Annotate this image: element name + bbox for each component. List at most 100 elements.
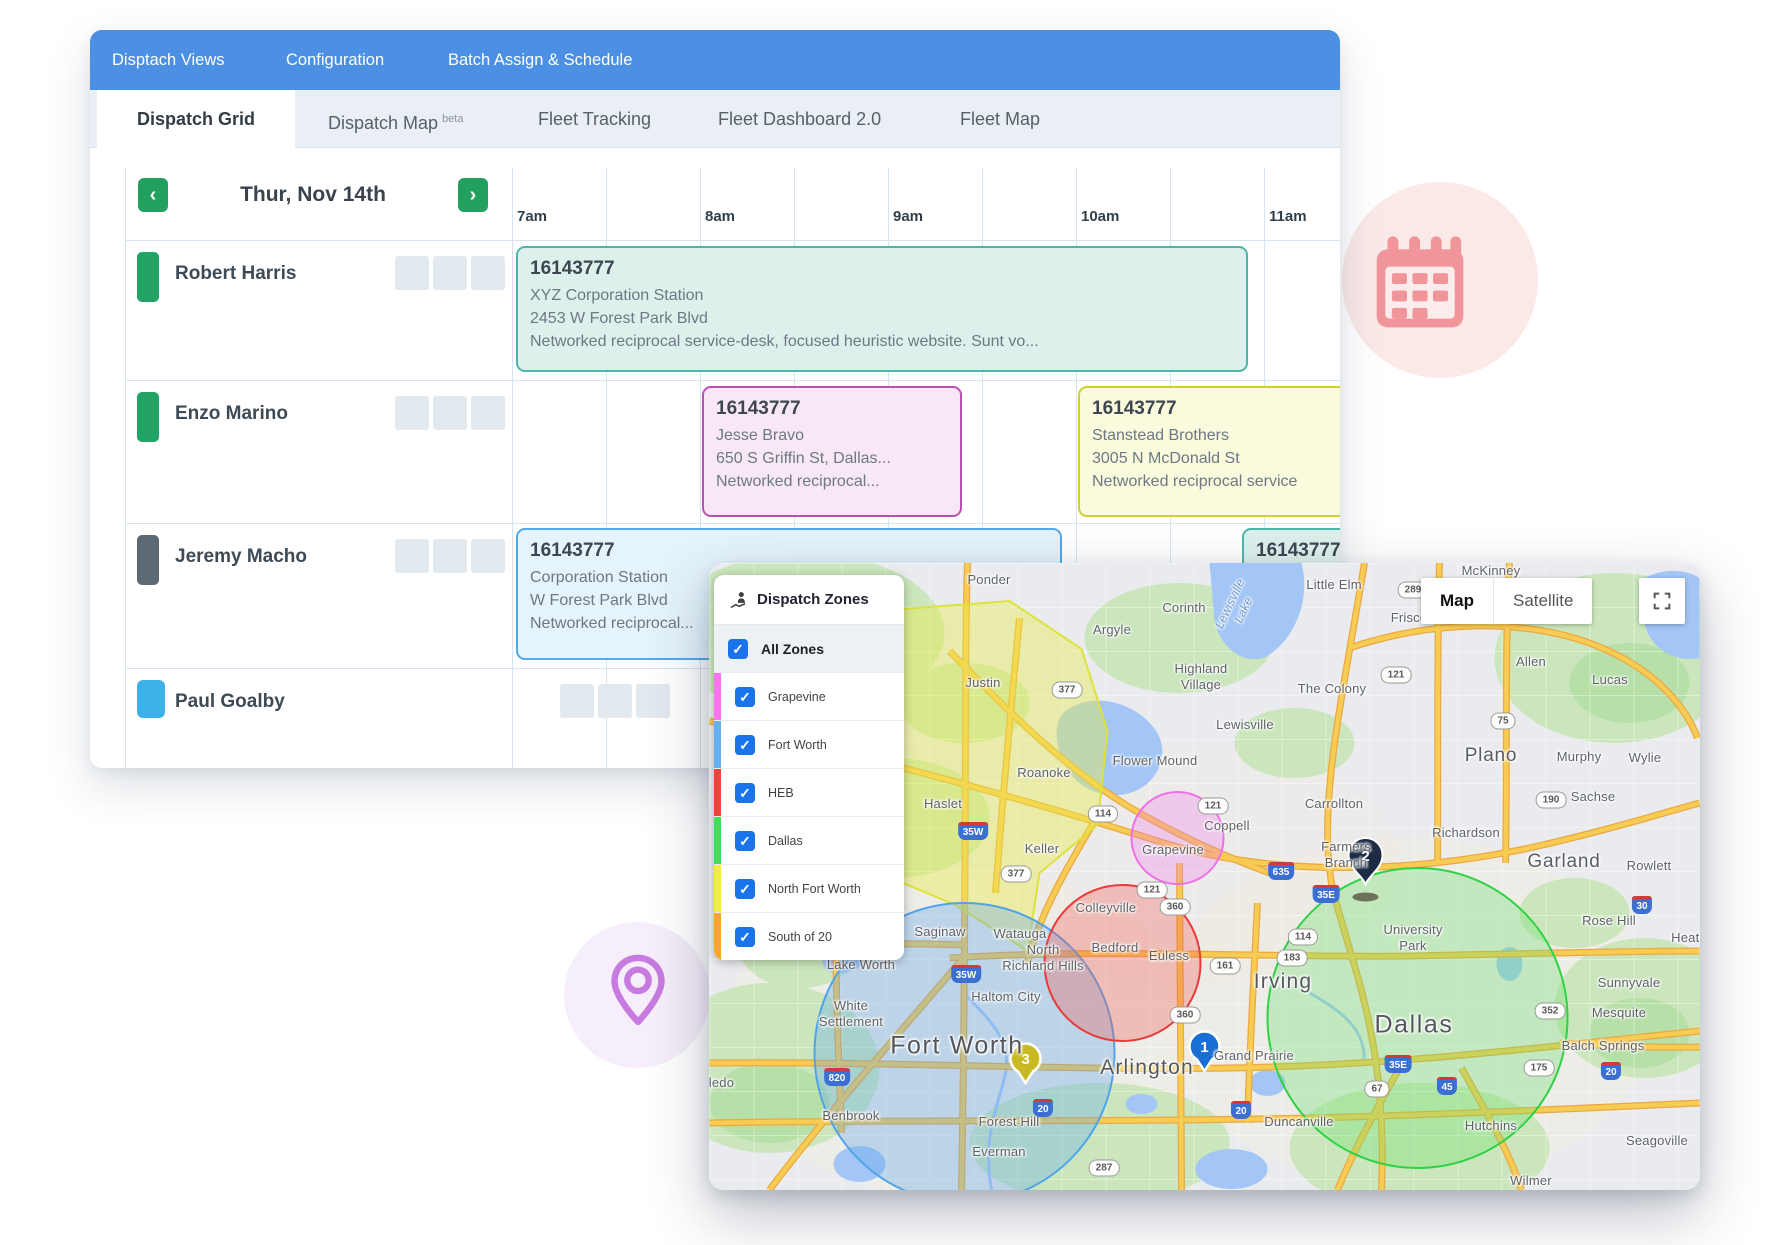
placeholder-box [471,256,505,290]
map-city-label: Murphy [1557,749,1602,765]
road-shield: 377 [1052,682,1083,699]
map-button[interactable]: Map [1421,578,1494,624]
job-description: Networked reciprocal... [716,470,948,493]
map-city-label: Arlington [1100,1055,1194,1081]
placeholder-box [395,539,429,573]
road-shield: 20 [1033,1099,1053,1117]
road-shield: 360 [1170,1007,1201,1024]
zone-color-stripe [714,817,721,864]
map-city-label: Dallas [1374,1009,1453,1040]
map-city-label: Little Elm [1306,577,1361,593]
job-card-enzo-2[interactable]: 16143777 Stanstead Brothers 3005 N McDon… [1078,386,1340,517]
zone-row-all-zones[interactable]: All Zones [714,625,904,673]
road-shield: 20 [1231,1101,1251,1119]
road-shield: 35W [951,965,981,983]
zone-color-stripe [714,721,721,768]
checkbox-checked-icon[interactable] [735,735,755,755]
time-label-11am: 11am [1269,208,1307,225]
checkbox-checked-icon[interactable] [728,639,748,659]
zone-color-stripe [714,673,721,720]
tech-status-pill [137,535,159,585]
tech-status-pill [137,392,159,442]
road-shield: 30 [1632,896,1652,914]
road-shield: 161 [1210,958,1241,975]
map-city-label: Lucas [1592,672,1628,688]
time-label-9am: 9am [893,208,923,225]
road-shield: 377 [1001,866,1032,883]
tab-dispatch-grid[interactable]: Dispatch Grid [97,90,295,148]
menu-item-batch-assign-schedule[interactable]: Batch Assign & Schedule [448,30,632,90]
tech-name: Jeremy Macho [175,546,307,568]
map-city-label: White Settlement [819,998,883,1031]
map-city-label: Grand Prairie [1214,1048,1294,1064]
map-city-label: Aledo [709,1075,734,1091]
fullscreen-icon [1651,590,1673,612]
placeholder-box [598,684,632,718]
road-shield: 75 [1490,713,1515,730]
checkbox-checked-icon[interactable] [735,783,755,803]
job-id: 16143777 [530,258,1234,280]
job-customer: Stanstead Brothers [1092,424,1340,447]
zone-row-dallas[interactable]: Dallas [714,817,904,865]
fullscreen-button[interactable] [1639,578,1685,624]
date-label: Thur, Nov 14th [168,183,458,207]
map-city-label: North Richland Hills [1002,942,1084,975]
map-city-label: Justin [965,675,1000,691]
road-shield: 121 [1381,667,1412,684]
tab-fleet-tracking[interactable]: Fleet Tracking [538,90,651,148]
road-shield: 183 [1277,950,1308,967]
job-id: 16143777 [1092,398,1340,420]
checkbox-checked-icon[interactable] [735,831,755,851]
map-city-label: Saginaw [914,924,965,940]
job-address: 3005 N McDonald St [1092,447,1340,470]
road-shield: 35E [1385,1055,1412,1073]
map-city-label: Euless [1149,948,1189,964]
road-shield: 360 [1160,899,1191,916]
satellite-button[interactable]: Satellite [1494,578,1592,624]
menu-item-configuration[interactable]: Configuration [286,30,384,90]
zone-row-south-of-20[interactable]: South of 20 [714,913,904,960]
map-city-label: Wylie [1629,750,1662,766]
map-city-label: Benbrook [822,1108,879,1124]
zone-row-fort-worth[interactable]: Fort Worth [714,721,904,769]
zone-row-heb[interactable]: HEB [714,769,904,817]
checkbox-checked-icon[interactable] [735,687,755,707]
calendar-icon [1368,232,1472,336]
road-shield: 114 [1088,806,1118,823]
map-city-label: Carrollton [1305,796,1363,812]
tab-fleet-map[interactable]: Fleet Map [960,90,1040,148]
placeholder-box [433,256,467,290]
placeholder-box [433,539,467,573]
map-city-label: Plano [1465,744,1518,768]
zone-color-stripe [714,913,721,960]
map-city-label: Allen [1516,654,1546,670]
map-city-label: Fort Worth [890,1030,1024,1061]
job-card-enzo-1[interactable]: 16143777 Jesse Bravo 650 S Griffin St, D… [702,386,962,517]
road-shield: 190 [1536,792,1567,809]
road-shield: 45 [1437,1077,1457,1095]
tab-dispatch-map[interactable]: Dispatch Mapbeta [328,90,463,148]
job-address: 650 S Griffin St, Dallas... [716,447,948,470]
zone-label: All Zones [761,641,824,657]
map-city-label: Ponder [967,572,1010,588]
road-shield: 287 [1089,1160,1120,1177]
zone-row-north-fort-worth[interactable]: North Fort Worth [714,865,904,913]
road-shield: 114 [1288,929,1318,946]
checkbox-checked-icon[interactable] [735,927,755,947]
zone-row-grapevine[interactable]: Grapevine [714,673,904,721]
zone-label: HEB [768,786,794,800]
time-label-7am: 7am [517,208,547,225]
tech-status-pill [137,680,165,718]
prev-day-button[interactable]: ‹ [138,178,168,212]
map-city-label: Hutchins [1465,1118,1517,1134]
zone-label: North Fort Worth [768,882,861,896]
time-label-10am: 10am [1081,208,1119,225]
tab-fleet-dashboard[interactable]: Fleet Dashboard 2.0 [718,90,881,148]
menu-item-dispatch-views[interactable]: Disptach Views [112,30,225,90]
road-shield: 121 [1137,882,1168,899]
map-city-label: Mesquite [1592,1005,1646,1021]
next-day-button[interactable]: › [458,178,488,212]
checkbox-checked-icon[interactable] [735,879,755,899]
tech-name: Robert Harris [175,263,296,285]
job-card-robert[interactable]: 16143777 XYZ Corporation Station 2453 W … [516,246,1248,372]
